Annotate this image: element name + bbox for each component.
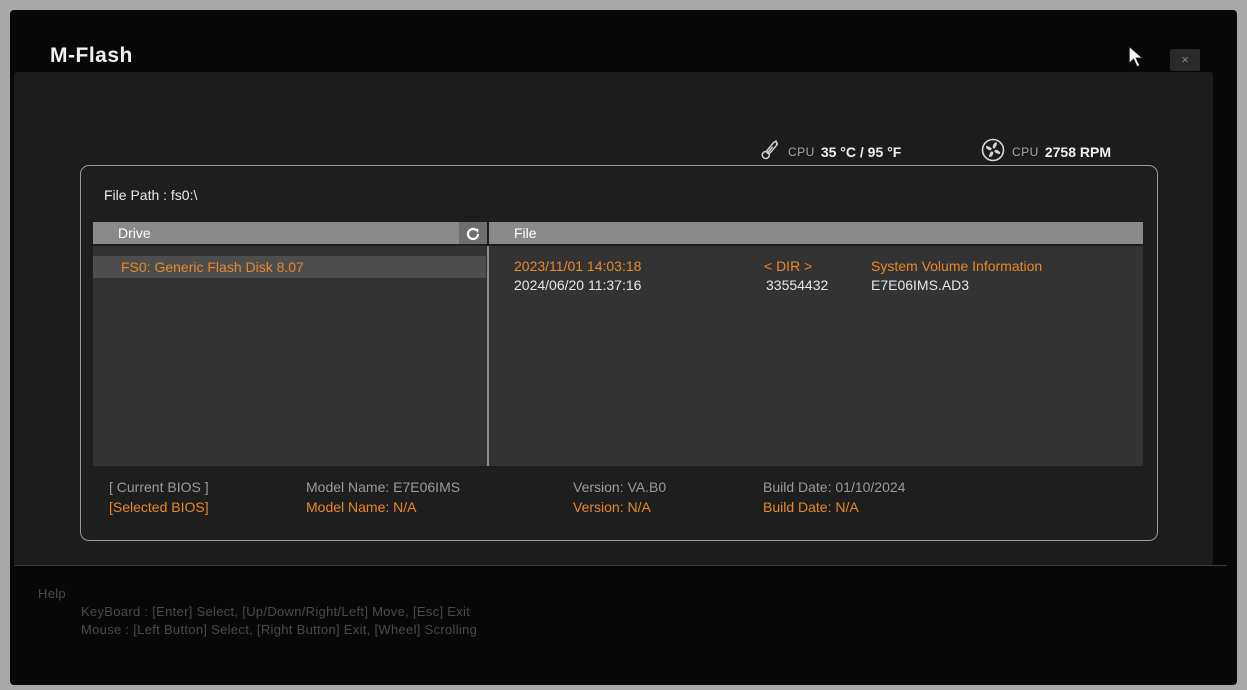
file-column-header: File — [489, 222, 1143, 244]
file-path: File Path : fs0:\ — [104, 187, 198, 203]
refresh-button[interactable] — [459, 222, 487, 244]
file-date: 2024/06/20 11:37:16 — [514, 277, 642, 293]
drive-header-label: Drive — [118, 225, 151, 241]
selected-bios-tag: [Selected BIOS] — [109, 499, 209, 515]
help-title: Help — [38, 586, 66, 601]
drive-item-label: FS0: Generic Flash Disk 8.07 — [121, 259, 304, 275]
current-bios-version: Version: VA.B0 — [573, 479, 667, 495]
drive-item-fs0[interactable]: FS0: Generic Flash Disk 8.07 — [93, 256, 486, 278]
current-bios-build-date: Build Date: 01/10/2024 — [763, 479, 906, 495]
drive-column-header: Drive — [93, 222, 487, 244]
file-size: < DIR > — [764, 258, 813, 274]
close-button[interactable]: × — [1170, 49, 1200, 71]
file-size: 33554432 — [766, 277, 829, 293]
file-header-label: File — [514, 225, 537, 241]
file-row-system-volume[interactable]: 2023/11/01 14:03:18 < DIR > System Volum… — [489, 257, 1143, 275]
mouse-pointer-icon — [1126, 44, 1148, 75]
cpu-temperature-status: CPU 35 °C / 95 °F — [758, 138, 901, 165]
cpu-fan-status: CPU 2758 RPM — [980, 138, 1111, 165]
cpu-fan-value: 2758 RPM — [1044, 143, 1111, 160]
help-keyboard: KeyBoard : [Enter] Select, [Up/Down/Righ… — [81, 604, 471, 619]
cpu-fan-label: CPU — [1012, 144, 1039, 159]
help-mouse: Mouse : [Left Button] Select, [Right But… — [81, 622, 478, 637]
fan-icon — [980, 138, 1006, 165]
file-name: System Volume Information — [871, 258, 1043, 274]
file-row-e7e06ims[interactable]: 2024/06/20 11:37:16 33554432 E7E06IMS.AD… — [489, 276, 1143, 294]
selected-bios-model: Model Name: N/A — [306, 499, 417, 515]
window-title: M-Flash — [50, 44, 133, 67]
current-bios-model: Model Name: E7E06IMS — [306, 479, 461, 495]
help-separator — [14, 565, 1227, 566]
file-date: 2023/11/01 14:03:18 — [514, 258, 642, 274]
selected-bios-version: Version: N/A — [573, 499, 651, 515]
file-name: E7E06IMS.AD3 — [871, 277, 970, 293]
refresh-icon — [465, 223, 481, 242]
thermometer-icon — [758, 138, 782, 165]
cpu-temp-label: CPU — [788, 144, 815, 159]
current-bios-tag: [ Current BIOS ] — [109, 479, 209, 495]
cpu-temp-value: 35 °C / 95 °F — [820, 143, 902, 160]
selected-bios-build-date: Build Date: N/A — [763, 499, 859, 515]
